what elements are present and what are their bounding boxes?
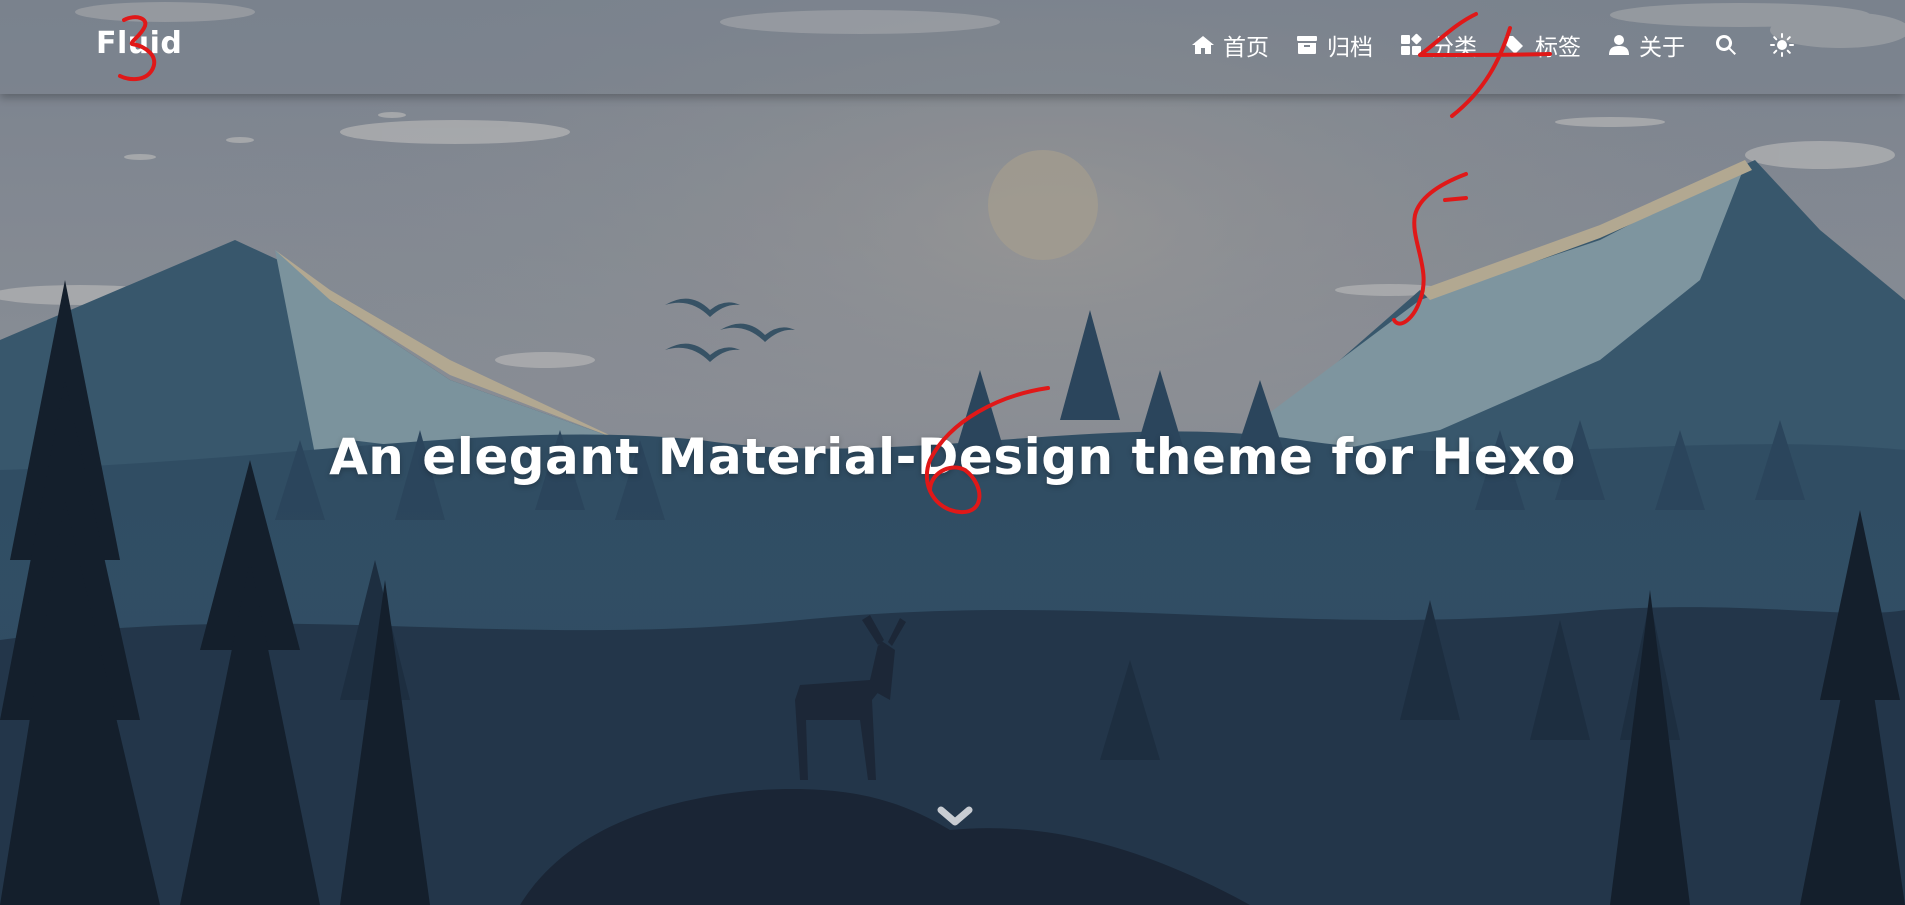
search-icon <box>1715 34 1736 55</box>
brand-logo[interactable]: Fluid <box>96 26 182 61</box>
theme-toggle-button[interactable] <box>1767 30 1797 60</box>
nav-item-tags[interactable]: 标签 <box>1503 28 1581 62</box>
scroll-down-button[interactable] <box>937 802 973 832</box>
nav-item-home[interactable]: 首页 <box>1191 28 1269 62</box>
nav-item-categories[interactable]: 分类 <box>1399 28 1477 62</box>
sun-icon <box>1770 33 1794 57</box>
archive-icon <box>1297 36 1317 54</box>
navbar: Fluid 首页 归档 分类 标签 关于 <box>0 0 1905 94</box>
user-icon <box>1609 35 1629 55</box>
nav-menu: 首页 归档 分类 标签 关于 <box>1191 28 1797 62</box>
chevron-down-icon <box>937 806 973 826</box>
home-icon <box>1192 36 1214 54</box>
nav-item-label: 分类 <box>1431 35 1477 61</box>
nav-item-label: 关于 <box>1639 35 1685 61</box>
nav-item-label: 标签 <box>1535 35 1581 61</box>
tag-icon <box>1505 36 1523 54</box>
hero-title: An elegant Material-Design theme for Hex… <box>329 428 1576 486</box>
nav-item-about[interactable]: 关于 <box>1607 28 1685 62</box>
nav-item-label: 归档 <box>1327 35 1373 61</box>
category-icon <box>1401 33 1422 55</box>
search-button[interactable] <box>1711 30 1741 60</box>
nav-item-label: 首页 <box>1223 35 1269 61</box>
nav-item-archive[interactable]: 归档 <box>1295 28 1373 62</box>
